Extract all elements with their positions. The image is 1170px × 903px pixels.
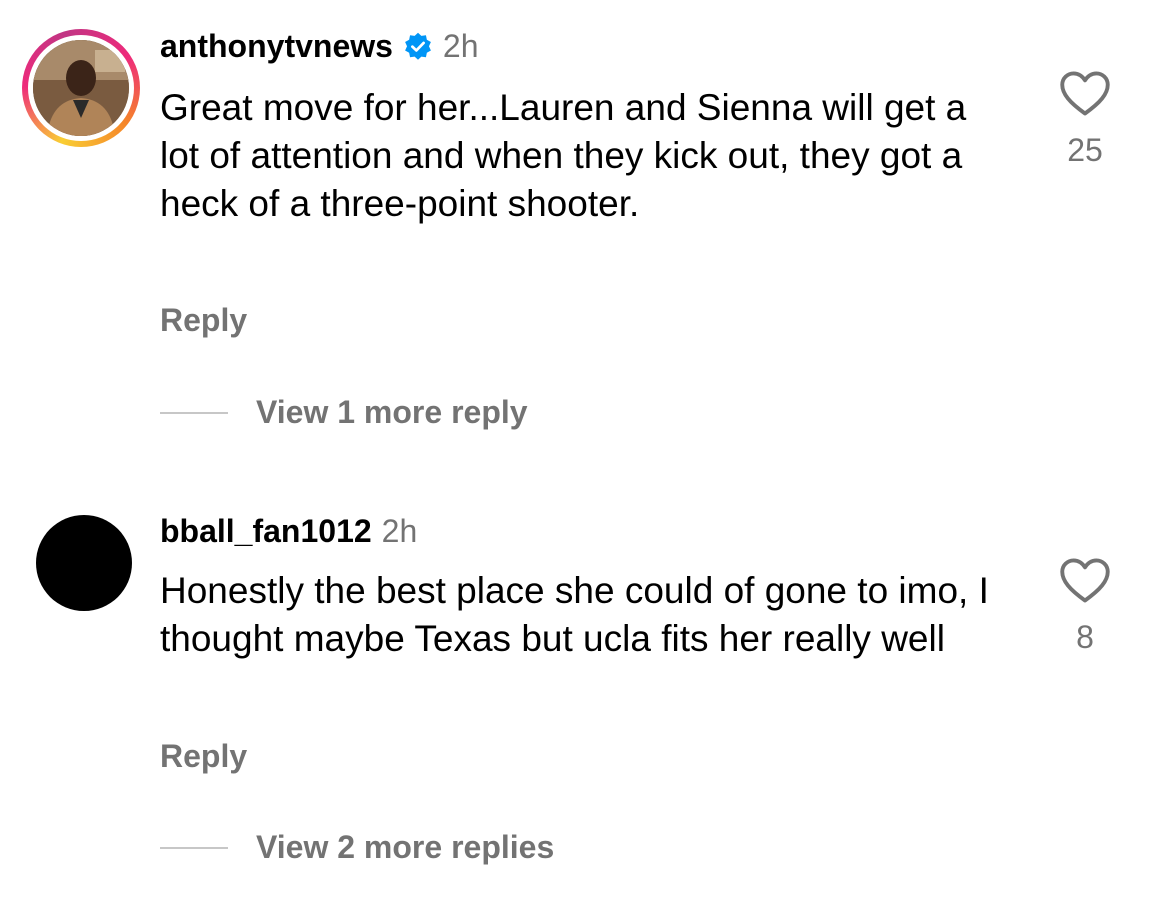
- reply-button[interactable]: Reply: [160, 738, 247, 775]
- comment-header: anthonytvnews 2h: [160, 28, 479, 65]
- like-count: 25: [1067, 132, 1103, 168]
- like-column: 8: [1040, 557, 1130, 656]
- comment-text: Great move for her...Lauren and Sienna w…: [160, 87, 967, 224]
- avatar-photo-icon: [33, 40, 129, 136]
- verified-badge-icon: [405, 32, 431, 60]
- view-more-replies-label: View 2 more replies: [256, 829, 555, 865]
- reply-button[interactable]: Reply: [160, 302, 247, 339]
- heart-outline-icon[interactable]: [1059, 557, 1111, 605]
- view-more-replies-button[interactable]: View 2 more replies: [160, 829, 554, 866]
- username[interactable]: anthonytvnews: [160, 28, 393, 65]
- avatar[interactable]: [36, 515, 132, 611]
- comment-header: bball_fan1012 2h: [160, 513, 417, 550]
- timestamp: 2h: [381, 513, 418, 549]
- view-more-replies-label: View 1 more reply: [256, 394, 528, 430]
- view-more-replies-button[interactable]: View 1 more reply: [160, 394, 528, 431]
- timestamp: 2h: [442, 28, 479, 64]
- divider-line: [160, 411, 228, 414]
- like-column: 25: [1040, 70, 1130, 169]
- like-count: 8: [1076, 619, 1094, 655]
- heart-outline-icon[interactable]: [1059, 70, 1111, 118]
- comment-text: Honestly the best place she could of gon…: [160, 570, 989, 659]
- divider-line: [160, 846, 228, 849]
- avatar-story-ring[interactable]: [22, 29, 140, 147]
- username[interactable]: bball_fan1012: [160, 513, 372, 550]
- avatar: [33, 40, 129, 136]
